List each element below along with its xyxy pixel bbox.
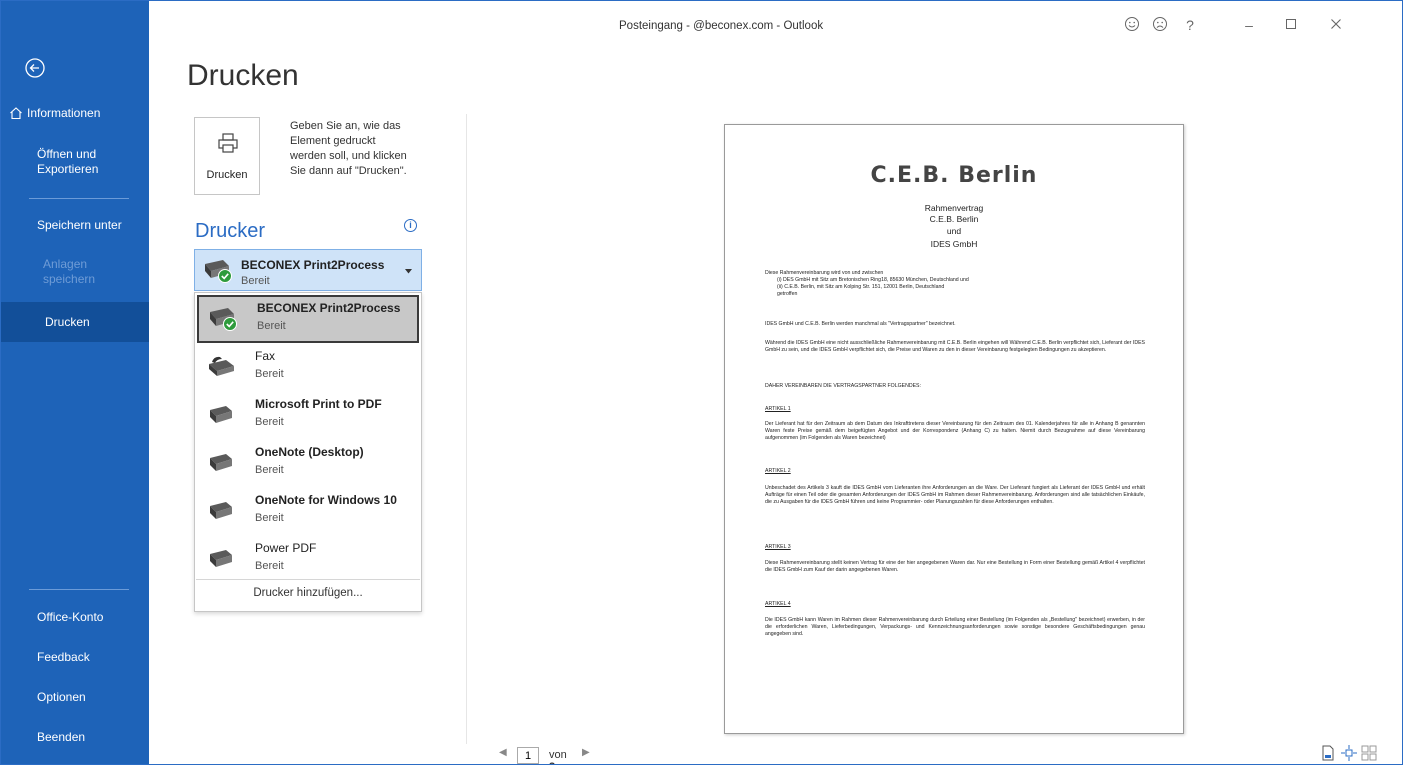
doc-paragraph: IDES GmbH und C.E.B. Berlin werden manch… — [765, 321, 956, 327]
doc-logo: C.E.B. Berlin — [870, 163, 1038, 188]
doc-article-title: ARTIKEL 2 — [765, 468, 791, 474]
sidebar-item-save-as[interactable]: Speichern unter — [1, 213, 149, 239]
doc-article-title: ARTIKEL 1 — [765, 406, 791, 412]
doc-paragraph: Während die IDES GmbH eine nicht ausschl… — [765, 340, 1145, 354]
sidebar-item-exit[interactable]: Beenden — [1, 725, 149, 751]
help-icon[interactable]: ? — [1181, 16, 1199, 34]
frown-icon[interactable] — [1151, 16, 1169, 34]
printer-icon — [210, 550, 232, 567]
sidebar-item-office-account[interactable]: Office-Konto — [1, 605, 149, 631]
sidebar-item-options[interactable]: Optionen — [1, 685, 149, 711]
doc-paragraph: Diese Rahmenvereinbarung stellt keinen V… — [765, 560, 1145, 574]
actual-size-icon[interactable] — [1321, 745, 1337, 761]
print-button[interactable]: Drucken — [194, 117, 260, 195]
smiley-icon[interactable] — [1123, 16, 1141, 34]
maximize-icon[interactable] — [1282, 16, 1300, 34]
print-button-label: Drucken — [206, 169, 248, 181]
printer-name: Power PDF — [255, 541, 317, 555]
printer-option[interactable]: Power PDF Bereit — [195, 535, 421, 583]
printer-option[interactable]: OneNote for Windows 10 Bereit — [195, 487, 421, 535]
sidebar-item-label: Anlagen speichern — [43, 257, 96, 286]
printer-status: Bereit — [257, 320, 286, 332]
window-title: Posteingang - @beconex.com - Outlook — [619, 20, 824, 32]
printer-select[interactable]: BECONEX Print2Process Bereit — [194, 249, 422, 291]
printer-status: Bereit — [255, 560, 284, 572]
minimize-icon[interactable]: – — [1240, 16, 1258, 34]
previous-page-icon[interactable]: ◀ — [499, 747, 507, 758]
sidebar-item-open-export[interactable]: Öffnen und Exportieren — [1, 146, 149, 182]
sidebar-item-label: Öffnen und Exportieren — [37, 147, 99, 176]
doc-heading-line: und — [946, 226, 962, 236]
close-icon[interactable] — [1327, 16, 1345, 34]
sidebar-item-save-attachments: Anlagen speichern — [1, 256, 149, 292]
printer-dropdown-list: BECONEX Print2Process Bereit Fax Bereit … — [194, 292, 422, 612]
info-icon[interactable]: i — [404, 219, 417, 232]
add-printer-button[interactable]: Drucker hinzufügen... — [196, 579, 420, 607]
sidebar-item-label: Optionen — [37, 690, 86, 704]
title-bar: Posteingang - @beconex.com - Outlook ? – — [149, 1, 1402, 35]
doc-paragraph: getroffen — [777, 291, 798, 297]
print-backstage-main: Posteingang - @beconex.com - Outlook ? –… — [149, 1, 1402, 764]
printer-section-title: Drucker — [195, 220, 266, 242]
outlook-window: Informationen Öffnen und Exportieren Spe… — [0, 0, 1403, 765]
sidebar-item-label: Drucken — [45, 315, 90, 329]
fax-icon — [209, 356, 234, 376]
fit-page-icon[interactable] — [1341, 745, 1357, 761]
sidebar-item-print[interactable]: Drucken — [1, 302, 149, 342]
page-of-label: von 3 — [549, 749, 567, 764]
doc-paragraph: DAHER VEREINBAREN DIE VERTRAGSPARTNER FO… — [765, 383, 921, 389]
panel-divider — [466, 114, 467, 744]
doc-paragraph: Der Lieferant hat für den Zeitraum ab de… — [765, 421, 1145, 442]
printer-status: Bereit — [255, 368, 284, 380]
printer-icon — [218, 133, 238, 153]
chevron-down-icon — [405, 269, 412, 274]
sidebar-item-feedback[interactable]: Feedback — [1, 645, 149, 671]
printer-ready-icon — [205, 260, 232, 283]
printer-option[interactable]: OneNote (Desktop) Bereit — [195, 439, 421, 487]
doc-paragraph: Die IDES GmbH kann Waren im Rahmen diese… — [765, 617, 1145, 638]
sidebar-item-informationen[interactable]: Informationen — [1, 101, 149, 127]
printer-name: BECONEX Print2Process — [241, 258, 385, 272]
print-preview-page: C.E.B. Berlin Rahmenvertrag C.E.B. Berli… — [724, 124, 1184, 734]
printer-name: OneNote (Desktop) — [255, 445, 364, 459]
printer-icon — [210, 454, 232, 471]
sidebar-item-label: Informationen — [27, 106, 101, 120]
printer-icon — [210, 502, 232, 519]
printer-status: Bereit — [255, 416, 284, 428]
back-arrow-icon[interactable] — [23, 56, 47, 80]
printer-status: Bereit — [241, 275, 270, 287]
print-description: Geben Sie an, wie das Element gedruckt w… — [290, 120, 407, 177]
backstage-sidebar: Informationen Öffnen und Exportieren Spe… — [1, 1, 149, 764]
home-icon — [10, 107, 22, 120]
printer-name: Fax — [255, 349, 276, 363]
doc-heading-line: Rahmenvertrag — [924, 203, 984, 213]
printer-ready-icon — [210, 308, 237, 331]
page-number-input[interactable] — [517, 747, 539, 764]
next-page-icon[interactable]: ▶ — [582, 747, 590, 758]
doc-heading-line: IDES GmbH — [930, 239, 978, 249]
sidebar-item-label: Speichern unter — [37, 218, 122, 232]
printer-name: BECONEX Print2Process — [257, 301, 401, 315]
sidebar-separator — [29, 198, 129, 199]
sidebar-separator — [29, 589, 129, 590]
sidebar-item-label: Beenden — [37, 730, 86, 744]
total-pages: 3 — [549, 761, 555, 764]
page-title: Drucken — [187, 59, 299, 92]
sidebar-item-label: Feedback — [37, 650, 90, 664]
of-label: von — [549, 749, 567, 761]
printer-name: Microsoft Print to PDF — [255, 397, 382, 411]
printer-icon — [210, 406, 232, 423]
printer-status: Bereit — [255, 464, 284, 476]
doc-article-title: ARTIKEL 3 — [765, 544, 791, 550]
doc-heading-line: C.E.B. Berlin — [929, 214, 979, 224]
printer-name: OneNote for Windows 10 — [255, 493, 397, 507]
printer-option[interactable]: Fax Bereit — [195, 343, 421, 391]
sidebar-item-label: Office-Konto — [37, 610, 104, 624]
printer-option[interactable]: BECONEX Print2Process Bereit — [197, 295, 419, 343]
doc-paragraph: Unbeschadet des Artikels 3 kauft die IDE… — [765, 485, 1145, 506]
doc-article-title: ARTIKEL 4 — [765, 601, 791, 607]
printer-status: Bereit — [255, 512, 284, 524]
multiple-pages-icon[interactable] — [1361, 745, 1377, 761]
printer-option[interactable]: Microsoft Print to PDF Bereit — [195, 391, 421, 439]
